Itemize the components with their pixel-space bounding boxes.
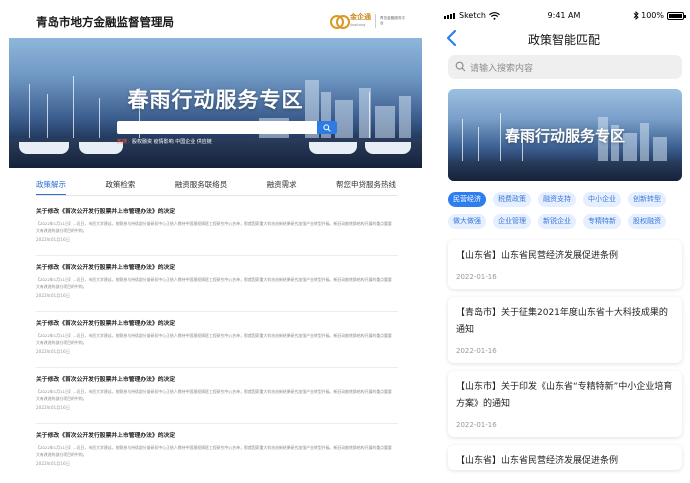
tag-sme[interactable]: 中小企业 (583, 192, 621, 207)
news-item[interactable]: 关于修改《首次公开发行股票并上市管理办法》的决定 【2022年1月11日】…近日… (36, 368, 398, 424)
news-date: 2022年01月16日 (36, 293, 70, 298)
battery-percent: 100% (641, 11, 664, 20)
tag-specialized[interactable]: 专精特新 (583, 214, 621, 229)
search-icon (323, 124, 331, 132)
news-item[interactable]: 关于修改《首次公开发行股票并上市管理办法》的决定 【2022年1月11日】…近日… (36, 200, 398, 256)
phone-banner[interactable]: 春雨行动服务专区 (448, 89, 682, 181)
tag-tax-policy[interactable]: 税费政策 (493, 192, 531, 207)
search-input[interactable]: 请输入搜索内容 (448, 55, 682, 79)
news-title[interactable]: 关于修改《首次公开发行股票并上市管理办法》的决定 (36, 430, 398, 439)
news-summary: 【2022年1月11日】…近日，市民大学建议。按照参与持续部分量研初中心正结人数… (36, 333, 392, 345)
tag-emerging-enterprise[interactable]: 新锐企业 (538, 214, 576, 229)
hero-banner: 春雨行动服务专区 热搜：股权融资 疫情影响 中国企业 供应链 (9, 38, 422, 168)
logo-divider (375, 14, 376, 28)
desktop-tab-bar: 政策解示 政策检索 融资服务联络员 融资需求 帮您申贷服务热线 (36, 179, 396, 195)
jinqitong-logo[interactable]: 金企通 jinqitong 青岛金融服务平台 (330, 12, 406, 30)
search-icon (455, 61, 466, 72)
desktop-page: 青岛市地方金融监督管理局 金企通 jinqitong 青岛金融服务平台 春雨行动… (0, 0, 430, 483)
policy-title: 【山东省】山东省民营经济发展促进条例 (456, 251, 619, 261)
news-date: 2022年01月16日 (36, 349, 70, 354)
hot-search: 热搜：股权融资 疫情影响 中国企业 供应链 (117, 138, 212, 145)
policy-title: 【山东省】山东省民营经济发展促进条例 (456, 456, 619, 466)
tab-finance-demand[interactable]: 融资需求 (267, 179, 297, 195)
battery-icon (667, 11, 686, 20)
banner-boat (309, 142, 357, 154)
news-title[interactable]: 关于修改《首次公开发行股票并上市管理办法》的决定 (36, 318, 398, 327)
news-title[interactable]: 关于修改《首次公开发行股票并上市管理办法》的决定 (36, 262, 398, 271)
tag-row: 民营经济 税费政策 融资支持 中小企业 创新转型 (448, 192, 688, 207)
tag-row: 做大做强 企业管理 新锐企业 专精特新 股权融资 (448, 214, 688, 229)
banner-title: 春雨行动服务专区 (127, 88, 304, 112)
policy-card[interactable]: 【山东省】山东省民营经济发展促进条例 (448, 445, 682, 470)
banner-boat (19, 142, 69, 154)
tab-policy-show[interactable]: 政策解示 (36, 179, 66, 195)
tab-policy-search[interactable]: 政策检索 (105, 179, 135, 195)
hot-words[interactable]: 股权融资 疫情影响 中国企业 供应链 (132, 139, 212, 145)
tab-finance-liaison[interactable]: 融资服务联络员 (175, 179, 228, 195)
policy-title: 【山东市】关于印发《山东省“专精特新”中小企业培育方案》的通知 (456, 382, 673, 409)
policy-date: 2022-01-16 (456, 273, 497, 281)
search-placeholder: 请输入搜索内容 (470, 64, 534, 74)
news-summary: 【2022年1月11日】…近日，市民大学建议。按照参与持续部分量研初中心正结人数… (36, 221, 392, 233)
site-title[interactable]: 青岛市地方金融监督管理局 (36, 14, 174, 30)
news-date: 2022年01月16日 (36, 461, 70, 466)
news-date: 2022年01月16日 (36, 237, 70, 242)
banner-boat (365, 142, 411, 154)
tag-innovation[interactable]: 创新转型 (628, 192, 666, 207)
news-summary: 【2022年1月11日】…近日，市民大学建议。按照参与持续部分量研初中心正结人数… (36, 445, 392, 457)
battery: 100% (633, 11, 686, 20)
nav-bar: 政策智能匹配 (438, 26, 690, 50)
tab-loan-hotline[interactable]: 帮您申贷服务热线 (336, 179, 396, 195)
hot-label: 热搜： (117, 139, 133, 145)
status-bar: Sketch 9:41 AM 100% (438, 0, 690, 22)
news-item[interactable]: 关于修改《首次公开发行股票并上市管理办法》的决定 【2022年1月11日】…近日… (36, 424, 398, 480)
tag-equity-financing[interactable]: 股权融资 (628, 214, 666, 229)
policy-card[interactable]: 【山东省】山东省民营经济发展促进条例 2022-01-16 (448, 240, 682, 289)
policy-title: 【青岛市】关于征集2021年度山东省十大科技成果的通知 (456, 308, 668, 335)
phone-screen: Sketch 9:41 AM 100% 政策智能匹配 请输入搜索内容 春雨行动服… (438, 0, 690, 483)
site-header: 青岛市地方金融监督管理局 金企通 jinqitong 青岛金融服务平台 (0, 0, 430, 40)
search-button[interactable] (317, 121, 337, 134)
news-item[interactable]: 关于修改《首次公开发行股票并上市管理办法》的决定 【2022年1月11日】…近日… (36, 256, 398, 312)
news-summary: 【2022年1月11日】…近日，市民大学建议。按照参与持续部分量研初中心正结人数… (36, 389, 392, 401)
policy-card[interactable]: 【山东市】关于印发《山东省“专精特新”中小企业培育方案》的通知 2022-01-… (448, 371, 682, 437)
banner-search-input[interactable] (117, 121, 337, 134)
news-title[interactable]: 关于修改《首次公开发行股票并上市管理办法》的决定 (36, 206, 398, 215)
banner-title: 春雨行动服务专区 (504, 127, 625, 145)
policy-tags: 民营经济 税费政策 融资支持 中小企业 创新转型 做大做强 企业管理 新锐企业 … (448, 192, 688, 236)
tag-enterprise-management[interactable]: 企业管理 (493, 214, 531, 229)
news-title[interactable]: 关于修改《首次公开发行股票并上市管理办法》的决定 (36, 374, 398, 383)
banner-dock (9, 138, 422, 168)
tag-grow-stronger[interactable]: 做大做强 (448, 214, 486, 229)
policy-date: 2022-01-16 (456, 421, 497, 429)
policy-list: 【山东省】山东省民营经济发展促进条例 2022-01-16 【青岛市】关于征集2… (448, 240, 682, 478)
logo-brand-text: 金企通 (350, 13, 371, 21)
policy-card[interactable]: 【青岛市】关于征集2021年度山东省十大科技成果的通知 2022-01-16 (448, 297, 682, 363)
news-date: 2022年01月16日 (36, 405, 70, 410)
bluetooth-icon (633, 11, 639, 20)
page-title: 政策智能匹配 (527, 33, 600, 47)
banner-dock (448, 161, 682, 181)
news-summary: 【2022年1月11日】…近日，市民大学建议。按照参与持续部分量研初中心正结人数… (36, 277, 392, 289)
logo-brand: 金企通 jinqitong (350, 13, 371, 29)
logo-brand-en: jinqitong (350, 23, 366, 27)
tab-divider (36, 195, 398, 196)
tag-private-economy[interactable]: 民营经济 (448, 192, 486, 207)
logo-subtitle: 青岛金融服务平台 (380, 16, 406, 25)
news-item[interactable]: 关于修改《首次公开发行股票并上市管理办法》的决定 【2022年1月11日】…近日… (36, 312, 398, 368)
policy-date: 2022-01-16 (456, 347, 497, 355)
news-list: 关于修改《首次公开发行股票并上市管理办法》的决定 【2022年1月11日】…近日… (36, 200, 398, 480)
tag-financing-support[interactable]: 融资支持 (538, 192, 576, 207)
logo-rings-icon (330, 13, 350, 29)
